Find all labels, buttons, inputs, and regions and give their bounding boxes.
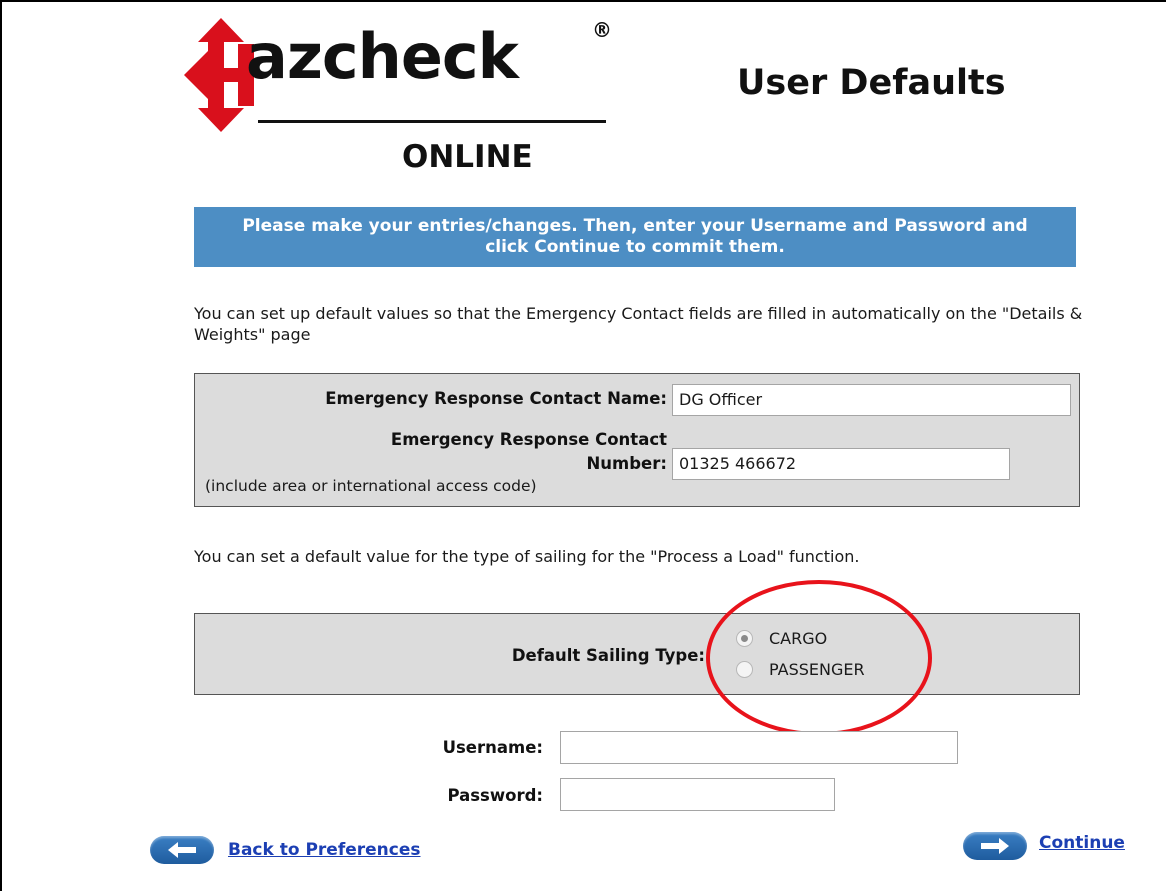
- logo-underline: [258, 120, 606, 123]
- password-input[interactable]: [560, 778, 835, 811]
- contact-number-label-line1: Emergency Response Contact: [390, 430, 667, 449]
- continue-link[interactable]: Continue: [1039, 833, 1125, 853]
- sailing-type-label: Default Sailing Type:: [511, 646, 705, 665]
- page-title: User Defaults: [737, 63, 1006, 103]
- registered-mark: ®: [592, 18, 612, 42]
- password-label: Password:: [447, 786, 543, 805]
- right-arrow-icon[interactable]: [963, 832, 1027, 860]
- username-input[interactable]: [560, 731, 958, 764]
- contact-number-field[interactable]: 01325 466672: [672, 448, 1010, 480]
- continue-button[interactable]: Continue: [963, 832, 1125, 860]
- hazcheck-logo: azcheck ® ONLINE: [184, 18, 624, 183]
- left-arrow-icon[interactable]: [150, 836, 214, 864]
- sailing-intro-text: You can set a default value for the type…: [194, 547, 860, 566]
- instruction-banner: Please make your entries/changes. Then, …: [194, 207, 1076, 267]
- emergency-contact-panel: Emergency Response Contact Name: DG Offi…: [194, 373, 1080, 507]
- window-border-left: [0, 0, 2, 891]
- back-to-preferences-link[interactable]: Back to Preferences: [228, 840, 421, 860]
- username-label: Username:: [442, 738, 543, 757]
- contact-number-label-line2: Number:: [586, 454, 668, 473]
- contact-intro-text: You can set up default values so that th…: [194, 304, 1083, 344]
- contact-name-label: Emergency Response Contact Name:: [325, 389, 667, 408]
- contact-number-note: (include area or international access co…: [205, 477, 537, 495]
- window-border-top: [0, 0, 1166, 2]
- back-to-preferences-button[interactable]: Back to Preferences: [150, 836, 421, 864]
- sailing-type-panel: Default Sailing Type: CARGO PASSENGER: [194, 613, 1080, 695]
- contact-name-field[interactable]: DG Officer: [672, 384, 1071, 416]
- logo-wordmark: azcheck: [246, 20, 519, 93]
- logo-subtext: ONLINE: [402, 139, 533, 175]
- highlight-annotation: [706, 580, 932, 736]
- instruction-banner-text: Please make your entries/changes. Then, …: [242, 216, 1028, 257]
